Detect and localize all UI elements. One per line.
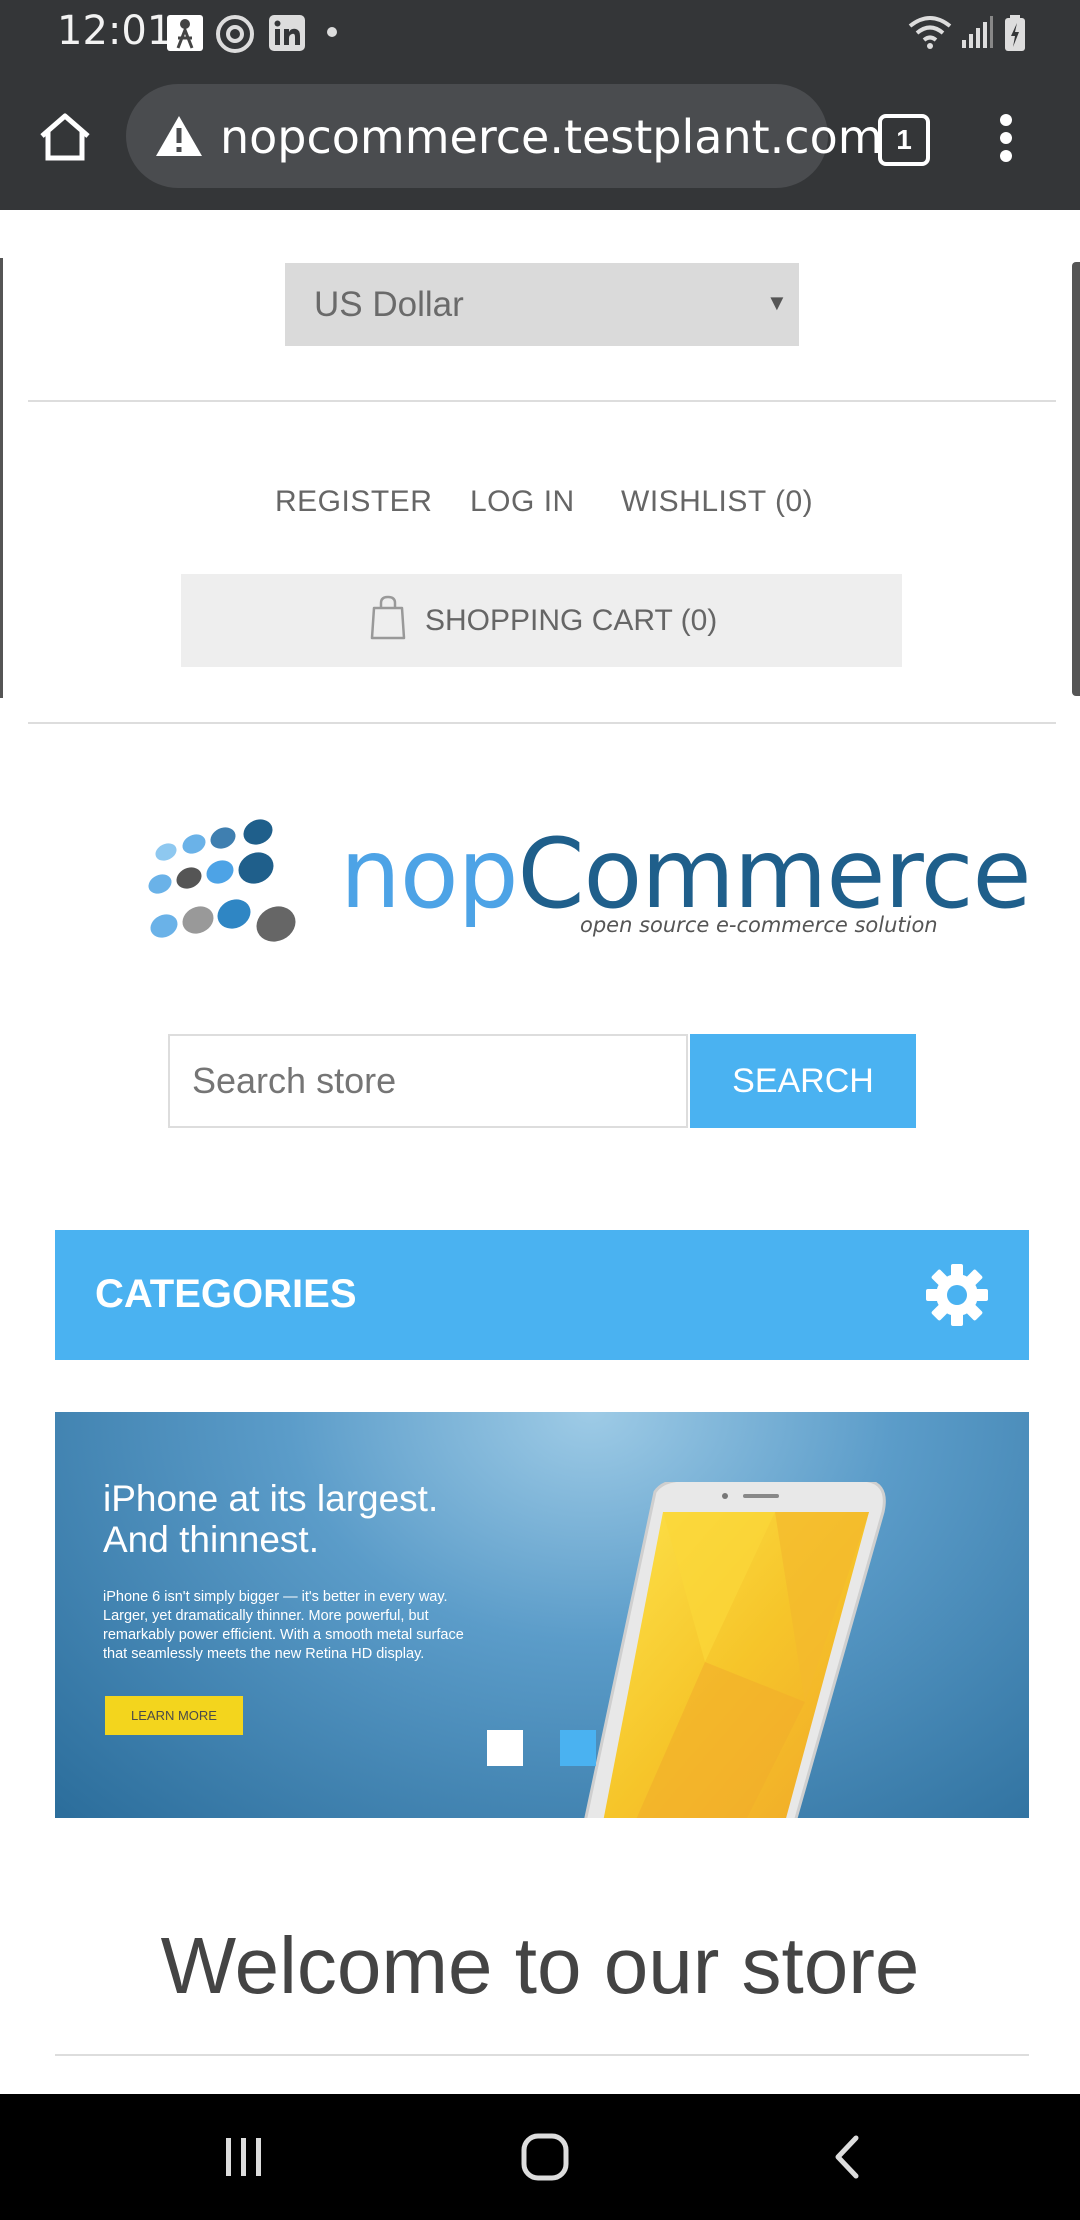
threads-icon [216,15,254,53]
home-button-icon[interactable] [520,2132,570,2182]
slider-dot-1[interactable] [487,1730,523,1766]
categories-label[interactable]: CATEGORIES [95,1272,357,1317]
more-icon[interactable] [996,112,1016,164]
status-time: 12:01 [57,8,173,54]
battery-icon [1005,15,1025,51]
currency-value[interactable]: US Dollar [314,285,464,325]
login-link[interactable]: LOG IN [470,485,575,519]
learn-more-button[interactable]: LEARN MORE [105,1696,243,1735]
notification-app-icon [167,15,203,51]
linkedin-icon [269,15,305,51]
page-title: Welcome to our store [160,1921,920,2010]
gear-icon[interactable] [924,1262,990,1328]
search-button[interactable]: SEARCH [690,1034,916,1128]
banner-headline-line2: And thinnest. [103,1519,319,1560]
register-link[interactable]: REGISTER [275,485,432,519]
banner-headline-line1: iPhone at its largest. [103,1478,439,1519]
wifi-icon [908,16,952,49]
divider [55,2054,1029,2056]
dot-icon [327,27,337,37]
scrollbar[interactable] [1072,262,1080,696]
page-edge [0,258,3,698]
recent-apps-icon[interactable] [222,2136,266,2178]
nopcommerce-logo-dots-icon[interactable] [146,816,326,950]
shopping-bag-icon [370,595,406,640]
banner-body: iPhone 6 isn't simply bigger — it's bett… [103,1589,464,1662]
shopping-cart-label[interactable]: SHOPPING CART (0) [425,604,717,638]
url-text[interactable]: nopcommerce.testplant.com [220,110,883,164]
search-input[interactable] [168,1034,688,1128]
warning-icon[interactable] [154,114,204,158]
tabs-icon[interactable]: 1 [878,114,930,166]
slider-dot-2[interactable] [560,1730,596,1766]
divider [28,400,1056,402]
home-icon[interactable] [38,112,92,162]
dropdown-arrow-icon[interactable]: ▼ [766,290,788,316]
wishlist-link[interactable]: WISHLIST (0) [621,485,813,519]
banner-headline: iPhone at its largest. And thinnest. [103,1478,438,1560]
back-icon[interactable] [832,2134,862,2180]
phone-image [584,1482,886,1818]
logo-tagline: open source e-commerce solution [580,913,938,937]
signal-icon [962,16,993,48]
logo-prefix: nop [340,818,519,930]
divider [28,722,1056,724]
